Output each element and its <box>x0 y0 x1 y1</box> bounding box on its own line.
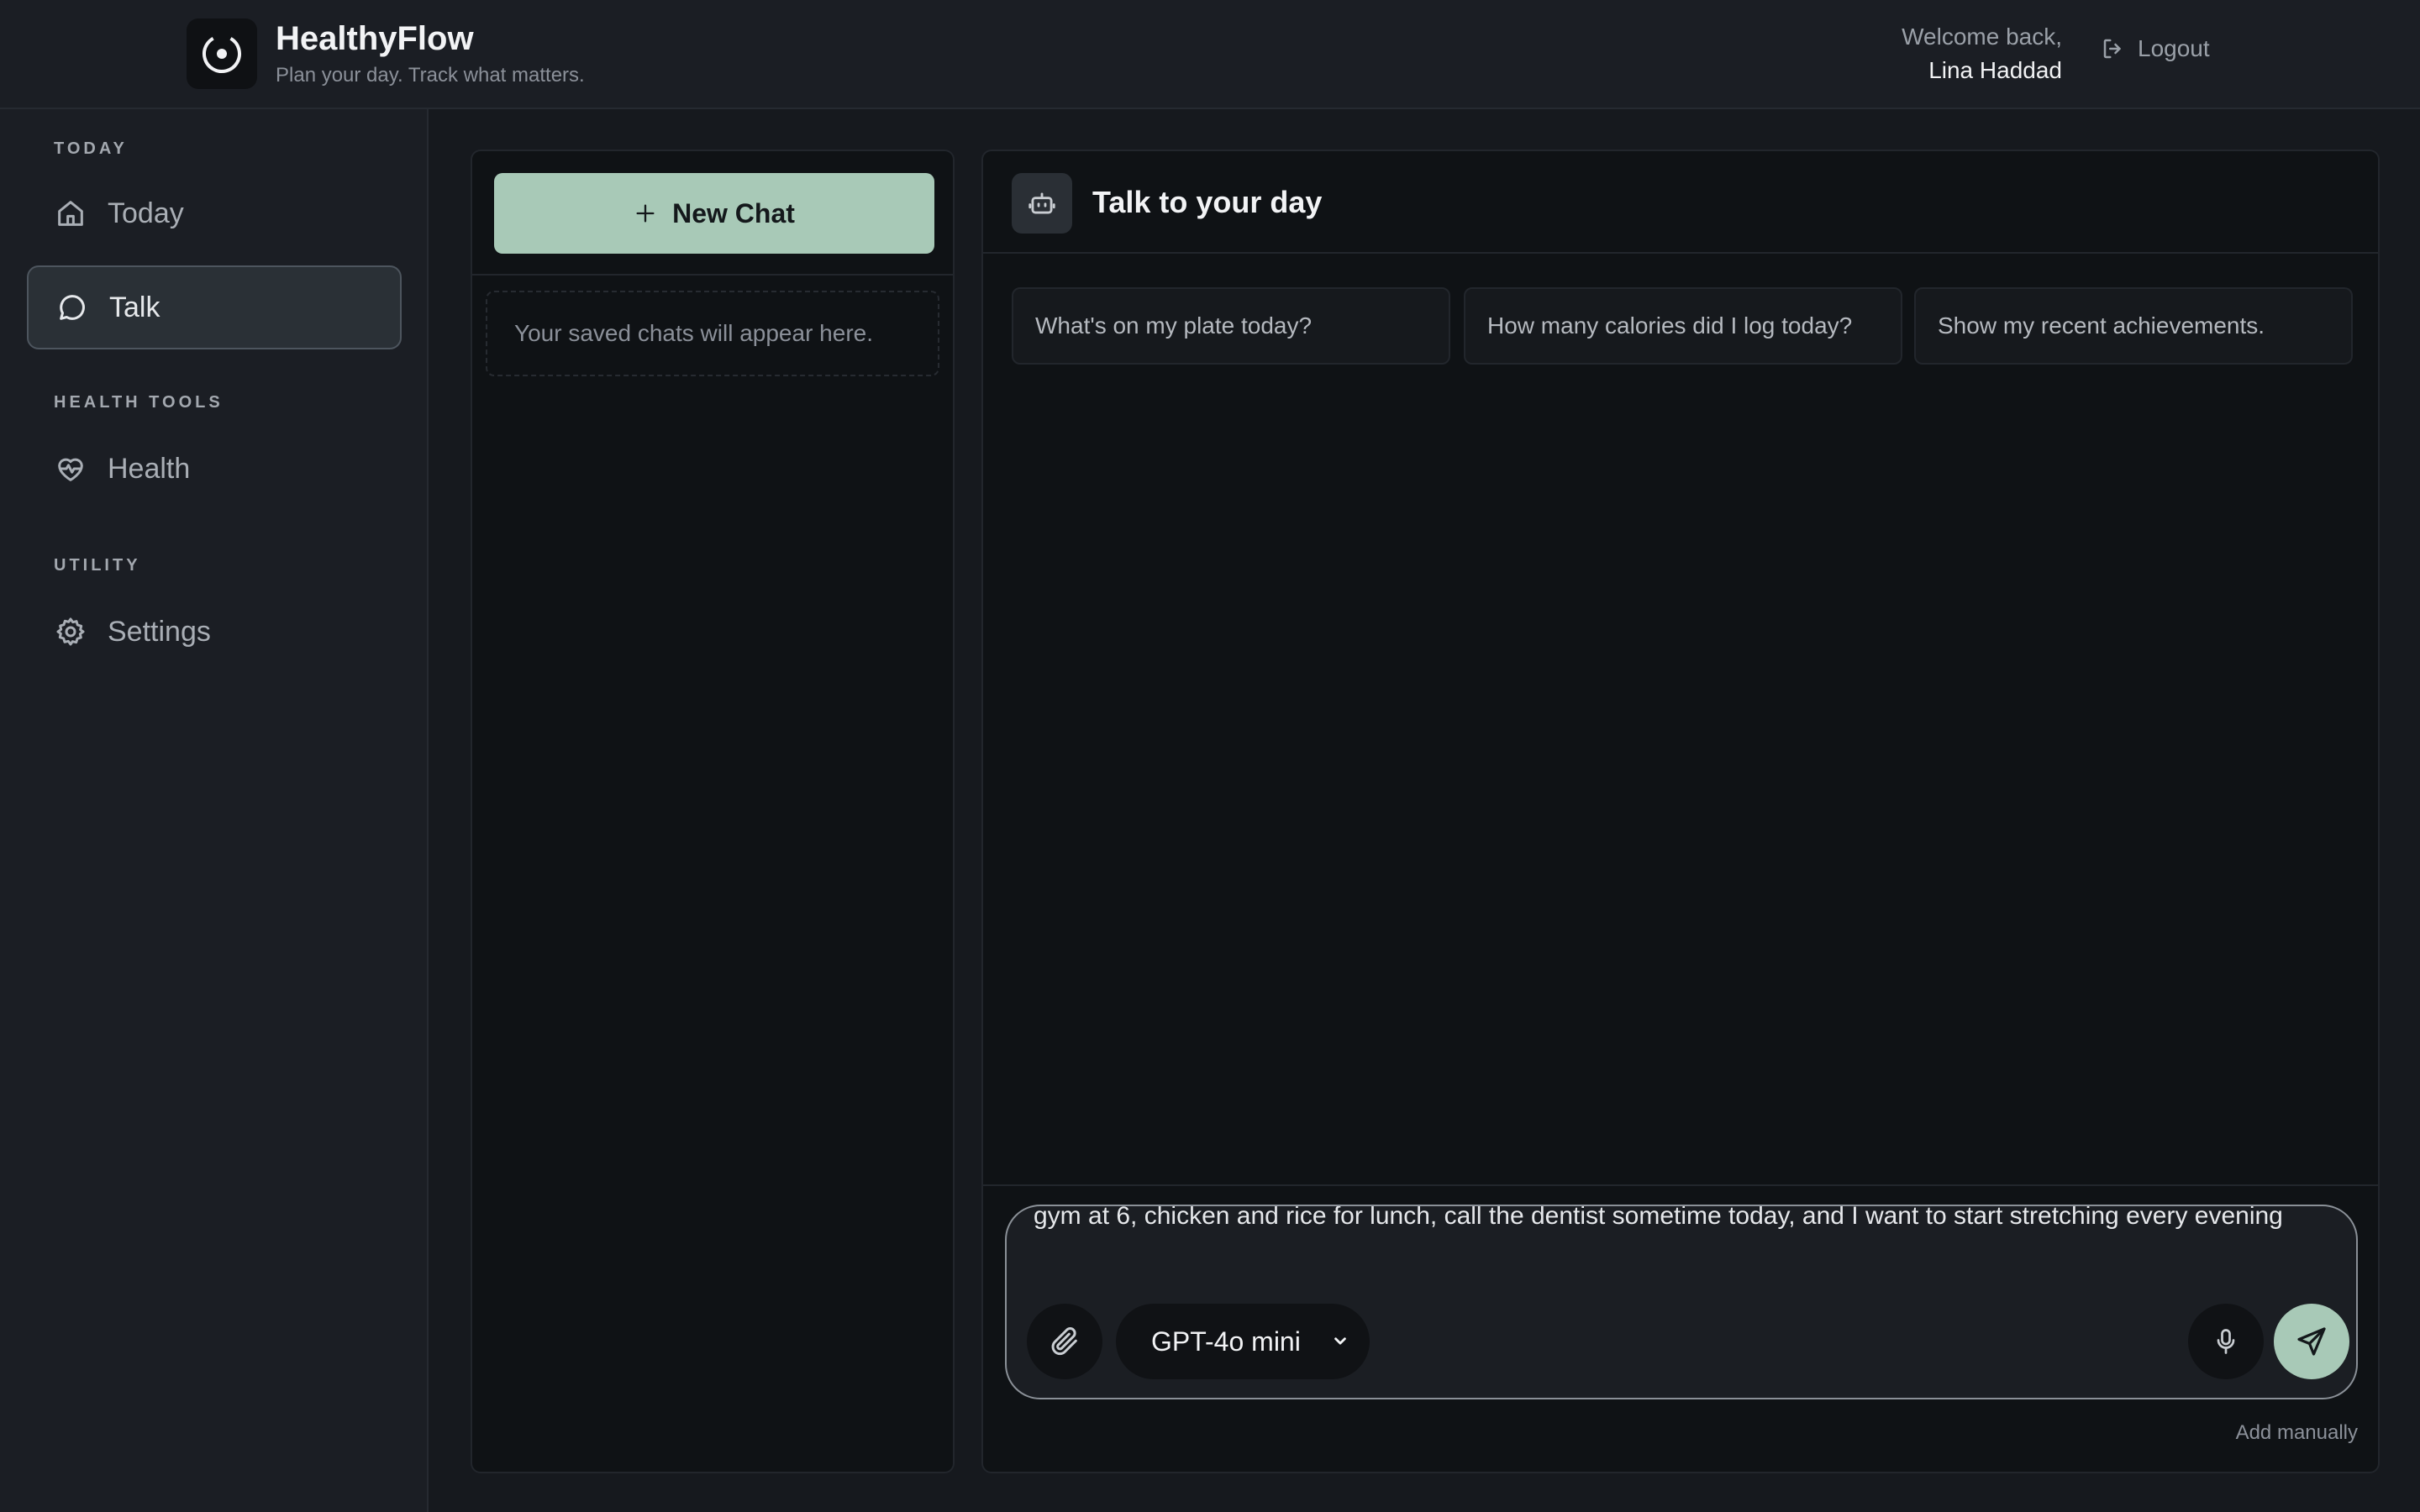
send-button[interactable] <box>2274 1304 2349 1379</box>
microphone-button[interactable] <box>2188 1304 2264 1379</box>
divider <box>472 274 953 276</box>
divider <box>983 1184 2378 1186</box>
send-icon <box>2297 1327 2326 1356</box>
microphone-icon <box>2217 1329 2235 1354</box>
user-name: Lina Haddad <box>1928 57 2062 83</box>
app-logo[interactable] <box>187 18 257 89</box>
chat-list-panel: New Chat Your saved chats will appear he… <box>471 150 955 1473</box>
welcome-block: Welcome back, Lina Haddad <box>1902 24 2062 84</box>
welcome-text: Welcome back, <box>1902 24 2062 50</box>
heart-pulse-icon <box>58 458 83 481</box>
logout-button[interactable]: Logout <box>2101 35 2210 62</box>
logout-label: Logout <box>2138 35 2210 61</box>
model-select[interactable]: GPT-4o mini <box>1116 1304 1370 1379</box>
section-label-today: TODAY <box>54 139 128 158</box>
sidebar-item-label: Talk <box>109 291 160 323</box>
chevron-down-icon <box>1334 1337 1346 1345</box>
home-icon <box>58 201 83 226</box>
sidebar: TODAY Today Talk HEALTH TOOLS Health UTI… <box>0 109 429 1512</box>
sidebar-item-label: Health <box>108 452 191 485</box>
plus-icon <box>636 204 655 223</box>
model-select-value: GPT-4o mini <box>1151 1326 1301 1357</box>
suggestion-chip[interactable]: How many calories did I log today? <box>1464 287 1902 365</box>
suggestion-chip[interactable]: Show my recent achievements. <box>1914 287 2353 365</box>
app-header: HealthyFlow Plan your day. Track what ma… <box>0 0 2420 109</box>
robot-icon <box>1028 192 1055 214</box>
saved-chats-empty-state: Your saved chats will appear here. <box>486 291 939 376</box>
sidebar-item-label: Today <box>108 197 184 229</box>
new-chat-button[interactable]: New Chat <box>494 173 934 254</box>
sidebar-item-settings[interactable]: Settings <box>27 590 402 674</box>
suggestion-chip[interactable]: What's on my plate today? <box>1012 287 1450 365</box>
sidebar-item-health[interactable]: Health <box>27 427 402 511</box>
message-input[interactable]: gym at 6, chicken and rice for lunch, ca… <box>1034 1206 2328 1236</box>
message-composer[interactable]: gym at 6, chicken and rice for lunch, ca… <box>1005 1205 2358 1399</box>
chat-bubble-icon <box>60 295 85 320</box>
attach-button[interactable] <box>1027 1304 1102 1379</box>
logout-icon <box>2103 39 2121 59</box>
paperclip-icon <box>1051 1327 1077 1356</box>
section-label-health-tools: HEALTH TOOLS <box>54 393 224 412</box>
logo-ring-icon <box>203 34 241 73</box>
sidebar-item-label: Settings <box>108 615 211 648</box>
chat-panel: Talk to your day What's on my plate toda… <box>981 150 2380 1473</box>
chat-title: Talk to your day <box>1092 185 1323 219</box>
app-tagline: Plan your day. Track what matters. <box>276 64 585 87</box>
bot-avatar <box>1012 173 1072 234</box>
section-label-utility: UTILITY <box>54 556 141 575</box>
add-manually-link[interactable]: Add manually <box>2236 1421 2358 1445</box>
new-chat-label: New Chat <box>672 197 795 228</box>
gear-icon <box>56 617 85 646</box>
app-name: HealthyFlow <box>276 20 474 57</box>
chat-header: Talk to your day <box>983 151 2378 254</box>
sidebar-item-talk[interactable]: Talk <box>27 265 402 349</box>
sidebar-item-today[interactable]: Today <box>27 171 402 255</box>
